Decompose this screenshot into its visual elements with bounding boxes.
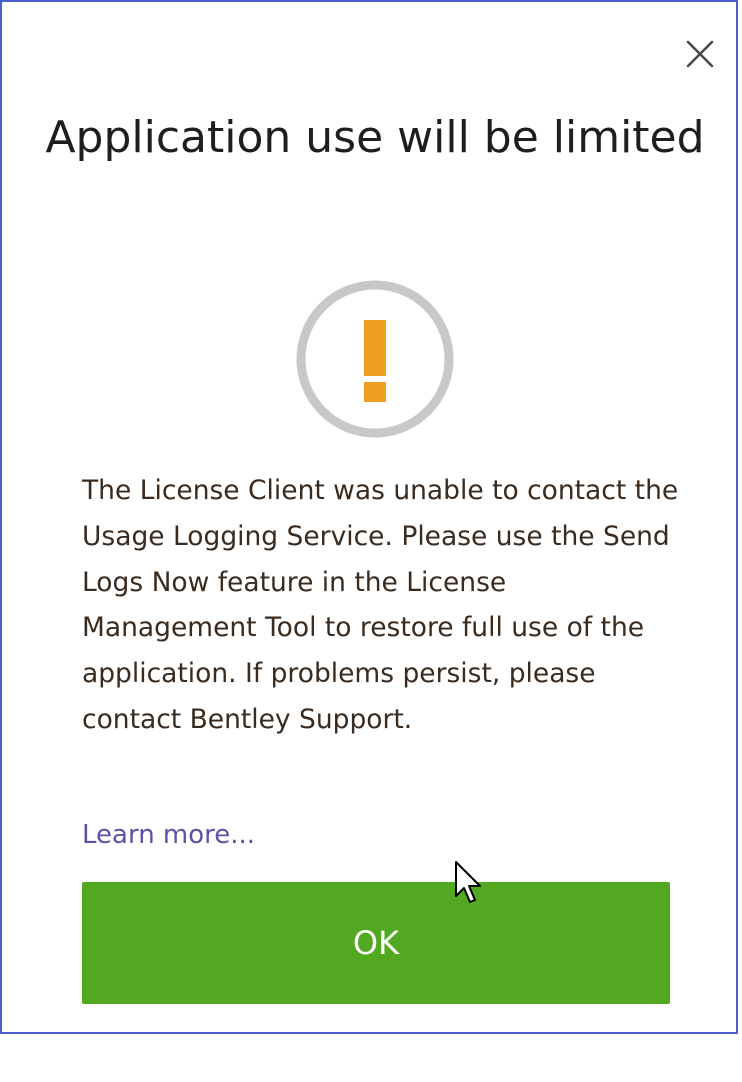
learn-more-link[interactable]: Learn more... [82, 814, 255, 856]
license-warning-dialog: Application use will be limited The Lice… [0, 0, 738, 1034]
dialog-title: Application use will be limited [45, 112, 705, 163]
background-strip [0, 1034, 742, 1082]
ok-button[interactable]: OK [82, 882, 670, 1004]
close-icon [686, 40, 714, 68]
warning-exclamation-icon [296, 280, 454, 438]
dialog-message: The License Client was unable to contact… [82, 475, 679, 735]
close-button[interactable] [678, 32, 722, 76]
